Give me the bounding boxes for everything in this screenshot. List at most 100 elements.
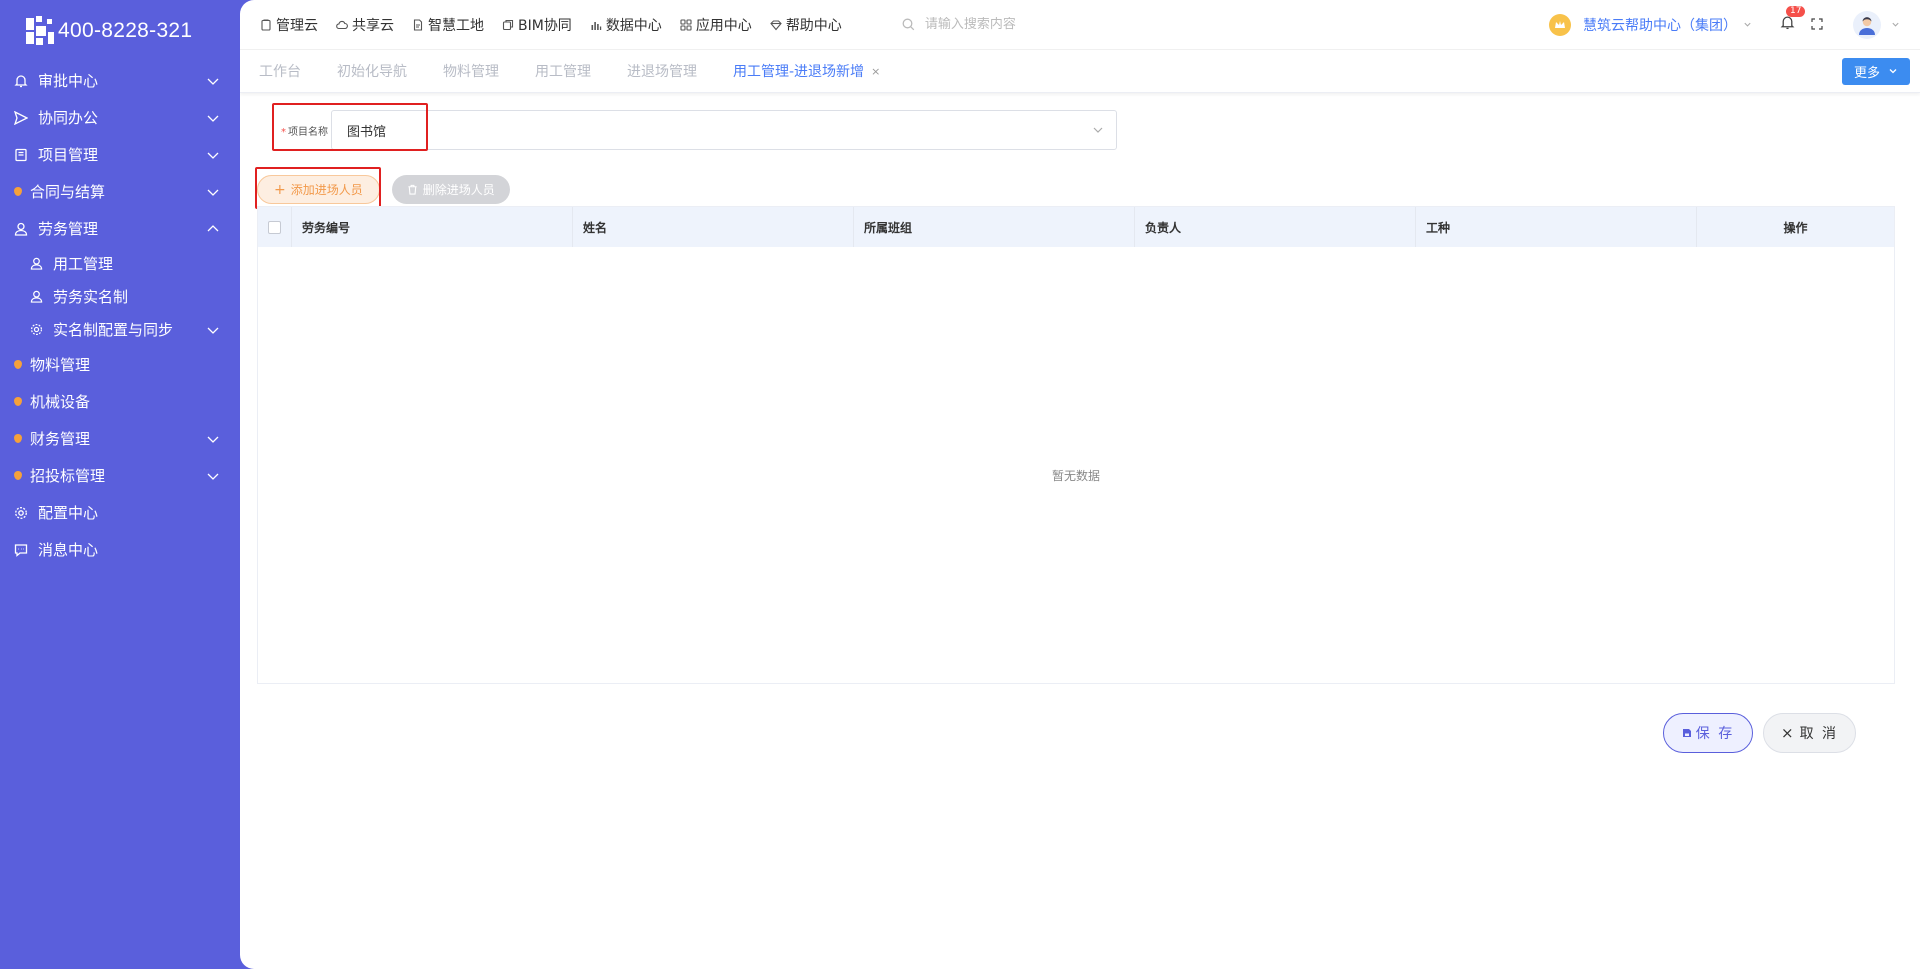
chevron-down-icon xyxy=(207,78,219,85)
bell-icon xyxy=(1780,16,1795,30)
topnav-data-center[interactable]: 数据中心 xyxy=(590,15,662,35)
sidebar-item-employment[interactable]: 用工管理 xyxy=(0,247,240,280)
column-header: 姓名 xyxy=(573,207,854,247)
topnav-label: 数据中心 xyxy=(605,17,662,34)
delete-entry-person-button[interactable]: 删除进场人员 xyxy=(391,175,510,204)
gear-icon xyxy=(13,505,29,521)
avatar-icon xyxy=(1859,16,1875,35)
fullscreen-button[interactable] xyxy=(1811,15,1823,34)
column-header: 所属班组 xyxy=(854,207,1135,247)
empty-state: 暂无数据 xyxy=(1051,469,1100,483)
topnav-smart-site[interactable]: 智慧工地 xyxy=(412,15,484,35)
sidebar-item-label: 协同办公 xyxy=(38,109,99,127)
delete-entry-person-label: 删除进场人员 xyxy=(422,183,495,197)
tab-entry-exit[interactable]: 进退场管理 xyxy=(627,61,697,81)
search-input[interactable] xyxy=(924,17,1125,32)
cloud-icon xyxy=(336,20,348,29)
user-icon xyxy=(28,256,44,272)
column-header: 工种 xyxy=(1416,207,1697,247)
column-header: 劳务编号 xyxy=(292,207,573,247)
tab-close-icon[interactable]: × xyxy=(871,65,880,78)
sidebar-item-label: 机械设备 xyxy=(30,393,91,411)
sidebar-item-machinery[interactable]: 机械设备 xyxy=(0,383,240,420)
sidebar: 400-8228-321 审批中心 协同办公 项目管理 合同与结算 劳务管理 用… xyxy=(0,0,240,969)
sidebar-item-config[interactable]: 配置中心 xyxy=(0,494,240,531)
sidebar-item-realname[interactable]: 劳务实名制 xyxy=(0,280,240,313)
trash-icon xyxy=(408,184,417,195)
save-label: 保 存 xyxy=(1695,726,1735,742)
sidebar-menu: 审批中心 协同办公 项目管理 合同与结算 劳务管理 用工管理 劳务实名制 实名制… xyxy=(0,62,240,568)
top-bar: 管理云 共享云 智慧工地 BIM协同 数据中心 应用中心 帮助中心 请输入搜索内… xyxy=(240,0,1920,50)
sidebar-item-bidding[interactable]: 招投标管理 xyxy=(0,457,240,494)
table-header: 劳务编号 姓名 所属班组 负责人 工种 操作 xyxy=(258,207,1894,247)
sidebar-item-label: 合同与结算 xyxy=(30,183,106,201)
tab-entry-exit-add[interactable]: 用工管理-进退场新增 × xyxy=(733,61,880,81)
topnav-label: 管理云 xyxy=(276,17,318,34)
clipboard-icon xyxy=(261,18,271,31)
topnav-app-center[interactable]: 应用中心 xyxy=(680,15,752,35)
topnav-label: 共享云 xyxy=(352,17,394,34)
chevron-down-icon[interactable] xyxy=(1891,20,1900,29)
sidebar-item-realname-config[interactable]: 实名制配置与同步 xyxy=(0,313,240,346)
cancel-button[interactable]: × 取 消 xyxy=(1763,713,1856,753)
topnav-management-cloud[interactable]: 管理云 xyxy=(260,15,318,35)
orange-dot-icon xyxy=(13,468,23,484)
tab-label: 进退场管理 xyxy=(627,64,697,80)
sidebar-item-material[interactable]: 物料管理 xyxy=(0,346,240,383)
select-all-cell xyxy=(258,207,292,247)
sidebar-item-labor[interactable]: 劳务管理 xyxy=(0,210,240,247)
topnav-label: 应用中心 xyxy=(695,17,752,34)
chevron-down-icon xyxy=(1093,127,1103,133)
notification-bell[interactable]: 17 xyxy=(1780,6,1806,34)
chevron-down-icon xyxy=(207,189,219,196)
help-center-dropdown[interactable]: 慧筑云帮助中心（集团） xyxy=(1549,13,1752,36)
avatar[interactable] xyxy=(1853,10,1881,39)
chevron-down-icon xyxy=(207,473,219,480)
sidebar-item-messages[interactable]: 消息中心 xyxy=(0,531,240,568)
sidebar-item-label: 财务管理 xyxy=(30,430,91,448)
topnav-bim[interactable]: BIM协同 xyxy=(502,15,572,35)
search-icon xyxy=(902,18,915,31)
toolbar: + 添加进场人员 删除进场人员 xyxy=(257,175,510,204)
sidebar-item-label: 实名制配置与同步 xyxy=(53,321,174,339)
tab-workbench[interactable]: 工作台 xyxy=(259,61,301,81)
more-label: 更多 xyxy=(1853,65,1880,81)
tab-label: 初始化导航 xyxy=(337,64,407,80)
topnav-help-center[interactable]: 帮助中心 xyxy=(770,15,842,35)
sidebar-item-contract[interactable]: 合同与结算 xyxy=(0,173,240,210)
sidebar-item-approval[interactable]: 审批中心 xyxy=(0,62,240,99)
tab-label: 用工管理 xyxy=(535,64,591,80)
sidebar-item-finance[interactable]: 财务管理 xyxy=(0,420,240,457)
help-center-label: 慧筑云帮助中心（集团） xyxy=(1583,17,1737,34)
chevron-down-icon xyxy=(207,115,219,122)
sidebar-item-label: 审批中心 xyxy=(38,72,99,90)
tab-init-nav[interactable]: 初始化导航 xyxy=(337,61,407,81)
topnav-share-cloud[interactable]: 共享云 xyxy=(336,15,394,35)
users-icon xyxy=(28,289,44,305)
crown-icon xyxy=(1549,13,1571,36)
sidebar-item-label: 项目管理 xyxy=(38,146,99,164)
orange-dot-icon xyxy=(13,357,23,373)
top-right: 慧筑云帮助中心（集团） 17 xyxy=(1549,6,1920,39)
search-box xyxy=(902,17,1125,32)
notification-count: 17 xyxy=(1786,6,1806,17)
save-button[interactable]: 保 存 xyxy=(1663,713,1753,753)
sidebar-item-label: 物料管理 xyxy=(30,356,91,374)
sidebar-item-collab[interactable]: 协同办公 xyxy=(0,99,240,136)
project-name-select[interactable]: 图书馆 xyxy=(331,110,1117,150)
add-entry-person-button[interactable]: + 添加进场人员 xyxy=(257,175,380,204)
sidebar-item-label: 消息中心 xyxy=(38,541,99,559)
project-name-label-text: 项目名称 xyxy=(288,126,328,138)
more-button[interactable]: 更多 xyxy=(1841,57,1910,85)
top-nav: 管理云 共享云 智慧工地 BIM协同 数据中心 应用中心 帮助中心 xyxy=(260,15,860,35)
brand-phone: 400-8228-321 xyxy=(58,19,193,42)
main-panel: 管理云 共享云 智慧工地 BIM协同 数据中心 应用中心 帮助中心 请输入搜索内… xyxy=(240,0,1920,969)
tab-employment[interactable]: 用工管理 xyxy=(535,61,591,81)
select-all-checkbox[interactable] xyxy=(268,220,281,234)
project-name-value: 图书馆 xyxy=(347,124,387,140)
column-header: 负责人 xyxy=(1135,207,1416,247)
sidebar-item-label: 劳务管理 xyxy=(38,220,99,238)
sidebar-item-project[interactable]: 项目管理 xyxy=(0,136,240,173)
tab-material[interactable]: 物料管理 xyxy=(443,61,499,81)
save-icon xyxy=(1682,729,1691,737)
